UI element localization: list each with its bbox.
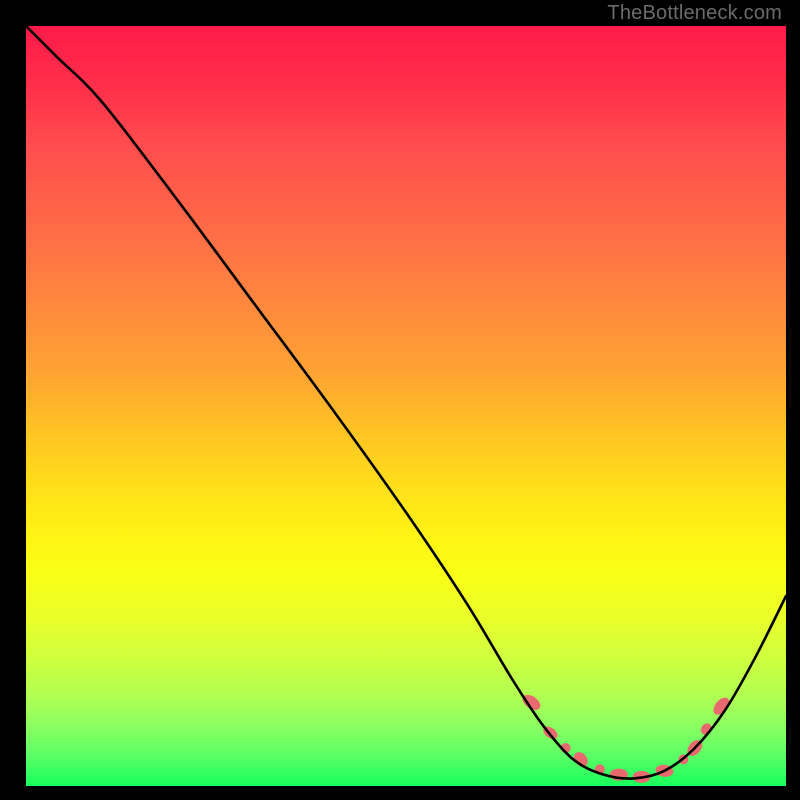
attribution-text: TheBottleneck.com <box>607 2 782 25</box>
gradient-plot-area <box>26 26 786 786</box>
chart-container: TheBottleneck.com <box>0 0 800 800</box>
